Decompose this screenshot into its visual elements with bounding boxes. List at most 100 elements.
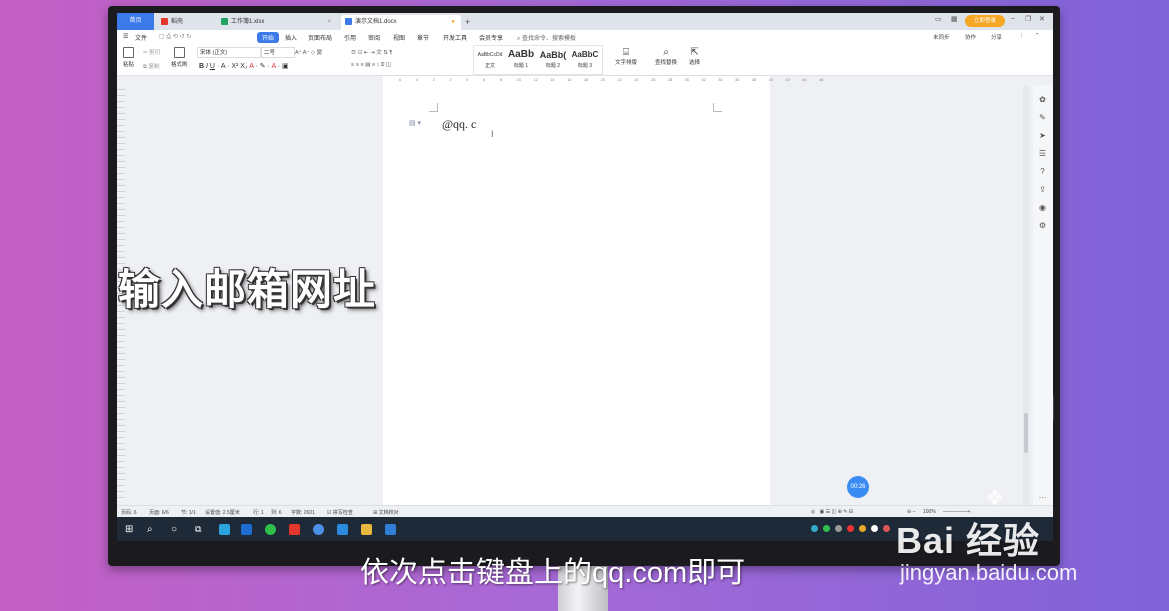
proofread-toggle[interactable]: ⊞ 文档校对 bbox=[373, 509, 399, 516]
word-icon bbox=[345, 17, 352, 25]
style-normal[interactable]: AaBbCcDd 正文 bbox=[474, 48, 506, 72]
menu-review[interactable]: 审阅 bbox=[368, 33, 380, 42]
cortana-icon[interactable]: ○ bbox=[171, 524, 182, 535]
text-layout-button[interactable]: ⌸ 文字排版 bbox=[615, 47, 637, 66]
status-row: 行: 1 bbox=[253, 510, 264, 516]
ruler-tick: 2 bbox=[449, 77, 452, 82]
share-button[interactable]: 分享 bbox=[991, 33, 1002, 41]
menu-developer[interactable]: 开发工具 bbox=[443, 33, 467, 42]
login-button[interactable]: 立即登录 bbox=[965, 15, 1005, 27]
tools-icon[interactable]: ⚙ bbox=[1038, 221, 1047, 230]
edge-icon[interactable] bbox=[219, 524, 230, 535]
close-window-icon[interactable]: ✕ bbox=[1039, 15, 1045, 23]
collab-button[interactable]: 协作 bbox=[965, 33, 976, 41]
format-painter-button[interactable]: 格式刷 bbox=[171, 47, 188, 68]
view-mode-icons[interactable]: ◎ ▣ ☰ ◫ ⊕ ✎ ⊟ bbox=[811, 509, 853, 515]
menu-reference[interactable]: 引用 bbox=[344, 33, 356, 42]
store-icon[interactable] bbox=[385, 524, 396, 535]
status-words: 字数: 2601 bbox=[291, 510, 315, 516]
sync-status[interactable]: 未同步 bbox=[933, 33, 950, 41]
tab-document[interactable]: 演示文档1.docx ● bbox=[341, 15, 461, 30]
font-select[interactable]: 宋体 (正文) bbox=[197, 47, 261, 58]
tab-docer[interactable]: 稻壳 bbox=[157, 15, 213, 30]
menu-insert[interactable]: 插入 bbox=[285, 33, 297, 42]
share-icon[interactable]: ⇪ bbox=[1038, 185, 1047, 194]
location-icon[interactable]: ◉ bbox=[1038, 203, 1047, 212]
pen-icon[interactable]: ✎ bbox=[1038, 113, 1047, 122]
document-page[interactable] bbox=[383, 85, 770, 505]
style-preview: AaBb( bbox=[539, 50, 567, 60]
menu-icon[interactable]: ☰ bbox=[123, 33, 128, 40]
pointer-icon[interactable]: ➤ bbox=[1038, 131, 1047, 140]
save-icon[interactable]: ▢ ⎙ ⟲ ↺ ↻ bbox=[159, 33, 191, 41]
style-icon[interactable]: ✿ bbox=[1038, 95, 1047, 104]
menu-member[interactable]: 会员专享 bbox=[479, 33, 503, 42]
select-button[interactable]: ⇱ 选择 bbox=[689, 47, 700, 66]
windows-start-icon[interactable]: ⊞ bbox=[125, 524, 136, 535]
paragraph-handle-icon[interactable]: ▤ ▾ bbox=[409, 119, 421, 127]
find-replace-button[interactable]: ⌕ 查找替换 bbox=[655, 47, 677, 66]
wechat-icon[interactable] bbox=[265, 524, 276, 535]
style-label: 标题 3 bbox=[577, 63, 593, 69]
tray-icon[interactable] bbox=[883, 525, 890, 532]
menu-start[interactable]: 开始 bbox=[257, 32, 280, 43]
menu-file[interactable]: 文件 bbox=[135, 33, 147, 42]
tray-icon[interactable] bbox=[811, 525, 818, 532]
format-toolbar[interactable]: B I U · A · X² X₂ A · ✎ · A · ▣ bbox=[199, 62, 289, 70]
tab-home[interactable]: 首页 bbox=[117, 13, 154, 30]
edge-dev-icon[interactable] bbox=[337, 524, 348, 535]
restore-icon[interactable]: ❐ bbox=[1025, 15, 1031, 23]
style-heading1[interactable]: AaBb 标题 1 bbox=[506, 48, 536, 72]
folder-icon[interactable] bbox=[361, 524, 372, 535]
wps-icon[interactable] bbox=[289, 524, 300, 535]
style-heading3[interactable]: AaBbC 标题 3 bbox=[570, 48, 600, 72]
font-grow-icon[interactable]: A⁺ A⁻ ◇ 變 bbox=[295, 48, 322, 56]
watermark-url: jingyan.baidu.com bbox=[900, 560, 1078, 585]
tab-workbook[interactable]: 工作簿1.xlsx × bbox=[217, 15, 337, 30]
grid-icon[interactable]: ▦ bbox=[951, 15, 958, 23]
status-col: 列: 6 bbox=[271, 510, 282, 516]
settings-icon[interactable]: ☰ bbox=[1038, 149, 1047, 158]
new-tab-button[interactable]: + bbox=[465, 15, 470, 30]
cursor-icon: ⇱ bbox=[690, 47, 699, 58]
unsaved-dot-icon: ● bbox=[451, 19, 455, 25]
tray-icon[interactable] bbox=[871, 525, 878, 532]
app-icon[interactable] bbox=[313, 524, 324, 535]
menu-section[interactable]: 章节 bbox=[417, 33, 429, 42]
format-painter-label: 格式刷 bbox=[171, 62, 188, 68]
more-icon[interactable]: … bbox=[1038, 491, 1047, 500]
style-heading2[interactable]: AaBb( 标题 2 bbox=[538, 48, 568, 72]
search-icon[interactable]: ⌕ bbox=[147, 524, 158, 535]
paste-button[interactable]: 粘贴 bbox=[123, 47, 134, 68]
ruler-active-area bbox=[383, 76, 770, 85]
ribbon: 粘贴 ✂ 剪切 ⧉ 复制 格式刷 宋体 (正文) 二号 A⁺ A⁻ ◇ 變 B … bbox=[117, 45, 1053, 76]
subtitle: 依次点击键盘上的qq.com即可 bbox=[360, 557, 746, 589]
more-icon[interactable]: ⋮ bbox=[1019, 33, 1025, 39]
menu-page-layout[interactable]: 页面布局 bbox=[308, 33, 332, 42]
scroll-thumb[interactable] bbox=[1024, 413, 1028, 453]
copy-button[interactable]: ⧉ 复制 bbox=[143, 62, 159, 71]
cut-button[interactable]: ✂ 剪切 bbox=[143, 48, 160, 56]
help-icon[interactable]: ? bbox=[1038, 167, 1047, 176]
horizontal-ruler: 6 4 2 2 4 6 8 10 12 14 16 18 20 22 24 26 28 30 32 34 36 38 40 4… bbox=[117, 76, 1037, 85]
tray-icon[interactable] bbox=[847, 525, 854, 532]
spell-check-toggle[interactable]: ☑ 拼写检查 bbox=[327, 509, 353, 516]
document-text[interactable]: @qq. c bbox=[442, 117, 476, 132]
close-icon[interactable]: × bbox=[327, 15, 331, 30]
search-command[interactable]: ⌕ 查找命令、搜索模板 bbox=[517, 33, 576, 43]
tray-wechat-icon[interactable] bbox=[823, 525, 830, 532]
layout-icon[interactable]: ▭ bbox=[935, 15, 942, 23]
align-icons[interactable]: ≡ ≡ ≡ ▤ ≡ ↕ ⌸ ◫ bbox=[351, 62, 391, 69]
collapse-ribbon-icon[interactable]: ⌃ bbox=[1035, 33, 1040, 39]
font-size-select[interactable]: 二号 bbox=[261, 47, 295, 58]
tray-icon[interactable] bbox=[859, 525, 866, 532]
ruler-tick: 36 bbox=[735, 77, 740, 82]
menu-view[interactable]: 视图 bbox=[393, 33, 405, 42]
minimize-icon[interactable]: – bbox=[1011, 15, 1015, 22]
ruler-tick: 6 bbox=[483, 77, 486, 82]
task-view-icon[interactable]: ⧉ bbox=[195, 524, 206, 535]
list-icons[interactable]: ☰ ☷ ⇤ ⇥ 文 ⇅ ¶ bbox=[351, 48, 392, 56]
tray-icon[interactable] bbox=[835, 525, 842, 532]
ruler-tick: 6 bbox=[399, 77, 402, 82]
browser-icon[interactable] bbox=[241, 524, 252, 535]
